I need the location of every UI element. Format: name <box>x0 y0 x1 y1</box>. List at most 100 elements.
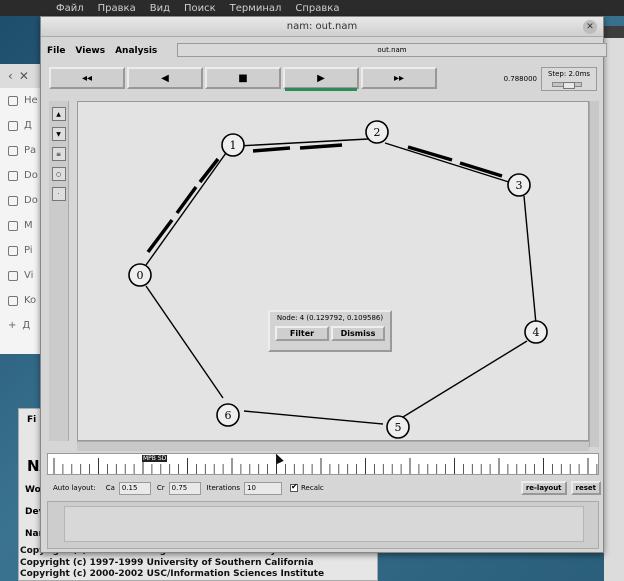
annotation-panel <box>47 501 599 549</box>
host-menu-help[interactable]: Справка <box>295 3 339 14</box>
zoom-out-icon[interactable]: ▼ <box>51 127 66 141</box>
fm-item-home[interactable]: Д <box>0 113 43 138</box>
zoom-in-icon[interactable]: ▲ <box>51 107 66 121</box>
packet <box>407 145 453 162</box>
fm-item-other[interactable]: + Д <box>0 313 43 338</box>
host-menu-view[interactable]: Вид <box>150 3 170 14</box>
host-menu-file[interactable]: Файл <box>56 3 84 14</box>
fm-item-videos[interactable]: Vi <box>0 263 43 288</box>
home-icon <box>8 120 18 131</box>
cr-label: Cr <box>156 484 165 492</box>
fm-item-recent[interactable]: Не <box>0 88 43 113</box>
packet <box>252 146 291 153</box>
ellipse-icon[interactable]: ○ <box>51 167 66 181</box>
link-5-6[interactable] <box>243 410 384 425</box>
packet <box>299 143 343 150</box>
network-canvas[interactable]: 0 1 2 3 4 5 6 Node: 4 (0.129792, 0.10958… <box>77 101 589 441</box>
camera-icon <box>8 245 18 256</box>
step-back-button[interactable]: ◀ <box>127 67 203 89</box>
right-window-titlebar <box>604 26 624 38</box>
node-2[interactable]: 2 <box>365 120 389 144</box>
fm-item-music[interactable]: M <box>0 213 43 238</box>
fm-item-documents[interactable]: Do <box>0 163 43 188</box>
host-menu-terminal[interactable]: Терминал <box>230 3 282 14</box>
link-3-4[interactable] <box>523 195 537 325</box>
fm-nav-bar: ‹ ✕ <box>0 64 43 88</box>
about-label-wo: Wo <box>25 485 41 495</box>
fm-item-desktop[interactable]: Ра <box>0 138 43 163</box>
window-title: nam: out.nam <box>286 21 358 32</box>
iterations-label: Iterations <box>206 484 240 492</box>
fm-item-downloads[interactable]: Do <box>0 188 43 213</box>
playback-controls: ◂◂ ◀ ■ ▶ ▸▸ <box>49 67 469 91</box>
menu-file[interactable]: File <box>47 46 65 56</box>
fm-item-trash[interactable]: Ko <box>0 288 43 313</box>
trash-icon <box>8 295 18 306</box>
node-info-popup: Node: 4 (0.129792, 0.109586) Filter Dism… <box>268 310 392 352</box>
menu-views[interactable]: Views <box>75 46 105 56</box>
back-arrow-icon[interactable]: ‹ <box>8 69 13 83</box>
step-control: Step: 2.0ms <box>541 67 597 91</box>
copyright-line-3: Copyright (c) 2000-2002 USC/Information … <box>20 569 325 579</box>
fast-forward-button[interactable]: ▸▸ <box>361 67 437 89</box>
node-4[interactable]: 4 <box>524 320 548 344</box>
play-button[interactable]: ▶ <box>283 67 359 91</box>
filter-button[interactable]: Filter <box>275 326 329 341</box>
point-icon[interactable]: · <box>51 187 66 201</box>
timeline-ticks <box>53 458 598 474</box>
link-1-2[interactable] <box>237 138 369 147</box>
close-icon[interactable]: ✕ <box>583 20 597 34</box>
step-label: Step: 2.0ms <box>547 70 591 78</box>
vertical-scrollbar[interactable] <box>589 101 599 447</box>
timeline-ruler[interactable]: MPB SD <box>47 453 599 475</box>
edit-icon[interactable]: ≡ <box>51 147 66 161</box>
copyright-line-2: Copyright (c) 1997-1999 University of So… <box>20 558 314 568</box>
node-label: 0 <box>137 269 144 282</box>
host-menu-edit[interactable]: Правка <box>98 3 136 14</box>
timeline-marker-label: MPB SD <box>142 455 168 462</box>
reset-button[interactable]: reset <box>570 481 601 495</box>
node-6[interactable]: 6 <box>216 403 240 427</box>
close-icon[interactable]: ✕ <box>19 69 29 83</box>
folder-icon <box>8 145 18 156</box>
recalc-checkbox[interactable] <box>289 482 298 492</box>
node-label: 1 <box>230 139 237 152</box>
packets <box>146 143 503 254</box>
cr-input[interactable]: 0.75 <box>168 481 201 495</box>
rewind-button[interactable]: ◂◂ <box>49 67 125 89</box>
fm-item-pictures[interactable]: Pi <box>0 238 43 263</box>
packet <box>198 157 220 184</box>
step-slider[interactable] <box>552 82 582 89</box>
ca-label: Ca <box>105 484 115 492</box>
node-5[interactable]: 5 <box>386 415 410 439</box>
recalc-label: Recalc <box>300 484 324 492</box>
node-0[interactable]: 0 <box>128 263 152 287</box>
file-name-field: out.nam <box>177 43 607 57</box>
link-6-0[interactable] <box>145 285 224 399</box>
plus-icon: + <box>8 320 17 331</box>
menu-analysis[interactable]: Analysis <box>115 46 157 56</box>
about-tab-label[interactable]: Fi <box>27 415 36 425</box>
link-2-3[interactable] <box>384 142 513 184</box>
node-3[interactable]: 3 <box>507 173 531 197</box>
stop-button[interactable]: ■ <box>205 67 281 89</box>
relayout-button[interactable]: re-layout <box>520 481 567 495</box>
node-info-label: Node: 4 (0.129792, 0.109586) <box>276 314 384 322</box>
horizontal-scrollbar[interactable] <box>77 441 589 451</box>
ca-input[interactable]: 0.15 <box>118 481 151 495</box>
network-graph: 0 1 2 3 4 5 6 <box>128 120 548 439</box>
iterations-input[interactable]: 10 <box>243 481 282 495</box>
node-label: 3 <box>516 179 523 192</box>
host-menubar: Файл Правка Вид Поиск Терминал Справка <box>0 0 624 16</box>
annotation-list[interactable] <box>64 506 584 542</box>
dismiss-button[interactable]: Dismiss <box>331 326 385 341</box>
link-0-1[interactable] <box>140 152 227 273</box>
clock-icon <box>8 95 18 106</box>
node-1[interactable]: 1 <box>221 133 245 157</box>
tool-palette: ▲ ▼ ≡ ○ · <box>49 101 69 441</box>
auto-layout-row: Auto layout: Ca 0.15 Cr 0.75 Iterations … <box>47 479 601 497</box>
nam-titlebar[interactable]: nam: out.nam ✕ <box>41 17 603 37</box>
host-menu-search[interactable]: Поиск <box>184 3 216 14</box>
node-label: 5 <box>395 421 402 434</box>
link-4-5[interactable] <box>402 340 528 418</box>
